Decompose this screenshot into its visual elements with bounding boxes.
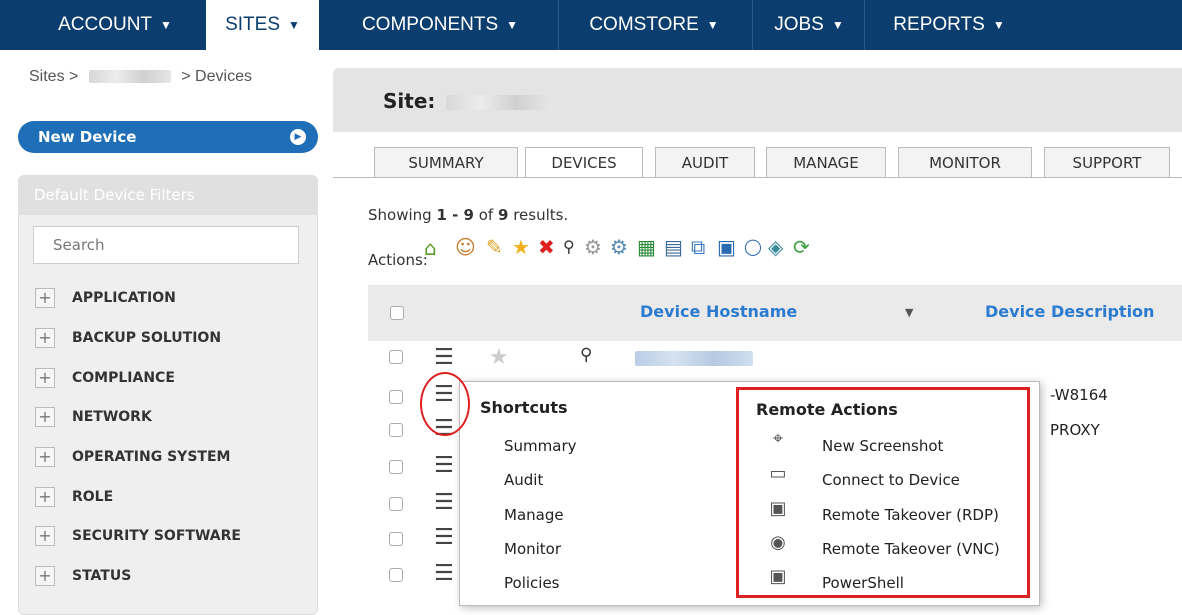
nav-account[interactable]: ACCOUNT ▼ (40, 0, 190, 50)
site-home-icon[interactable]: ⌂ (424, 237, 437, 259)
device-icon: ⚲ (580, 345, 593, 365)
list-menu-icon[interactable]: ☰ (434, 492, 456, 514)
chevron-down-icon: ▼ (831, 18, 844, 32)
tab-monitor[interactable]: MONITOR (898, 147, 1032, 177)
server-icon[interactable]: ▤ (664, 236, 683, 258)
connect-icon[interactable]: ◈ (768, 236, 783, 258)
expand-icon[interactable]: + (35, 526, 55, 546)
pencil-icon[interactable]: ✎ (486, 236, 503, 258)
nav-jobs[interactable]: JOBS ▼ (754, 0, 864, 50)
chevron-down-icon: ▼ (288, 18, 300, 32)
shortcut-policies[interactable]: Policies (504, 574, 559, 592)
results-count: Showing 1 - 9 of 9 results. (368, 206, 569, 224)
breadcrumb: Sites > > Devices (29, 68, 252, 86)
nav-divider (864, 0, 865, 50)
breadcrumb-sites[interactable]: Sites > (29, 68, 78, 85)
highlight-box (736, 387, 1030, 598)
row-checkbox[interactable] (389, 350, 403, 364)
tab-support[interactable]: SUPPORT (1044, 147, 1170, 177)
filter-status[interactable]: + STATUS (35, 564, 131, 588)
select-all-checkbox[interactable] (390, 306, 404, 320)
redacted-site-name[interactable] (88, 70, 171, 84)
nav-divider (752, 0, 753, 50)
chevron-down-icon: ▼ (992, 18, 1005, 32)
message-icon[interactable]: ◯ (744, 236, 762, 258)
star-icon[interactable]: ★ (512, 236, 530, 258)
expand-icon[interactable]: + (35, 566, 55, 586)
filter-application[interactable]: + APPLICATION (35, 286, 176, 310)
row-checkbox[interactable] (389, 423, 403, 437)
shortcut-audit[interactable]: Audit (504, 471, 543, 489)
list-menu-icon[interactable]: ☰ (434, 347, 456, 369)
filter-network[interactable]: + NETWORK (35, 405, 152, 429)
chevron-down-icon: ▼ (706, 18, 719, 32)
nav-reports[interactable]: REPORTS ▼ (866, 0, 1032, 50)
expand-icon[interactable]: + (35, 407, 55, 427)
shortcut-summary[interactable]: Summary (504, 437, 577, 455)
shortcuts-title: Shortcuts (480, 398, 568, 417)
expand-icon[interactable]: + (35, 288, 55, 308)
redacted-hostname[interactable] (635, 351, 753, 366)
network-icon[interactable]: ⧉ (691, 236, 705, 258)
favorite-star-icon[interactable]: ★ (489, 345, 509, 370)
filter-search-input[interactable]: Search (33, 226, 299, 264)
filter-operating-system[interactable]: + OPERATING SYSTEM (35, 445, 230, 469)
delete-icon[interactable]: ✖ (538, 236, 555, 258)
tab-summary[interactable]: SUMMARY (374, 147, 518, 177)
new-device-button[interactable]: New Device ▶ (18, 121, 318, 153)
tab-manage[interactable]: MANAGE (766, 147, 886, 177)
sort-arrow-icon[interactable]: ▼ (905, 306, 913, 319)
tab-audit[interactable]: AUDIT (655, 147, 755, 177)
highlight-circle (420, 372, 470, 436)
breadcrumb-devices: > Devices (181, 68, 252, 85)
excel-icon[interactable]: ▦ (637, 236, 656, 258)
filters-title: Default Device Filters (18, 175, 318, 215)
binoculars-icon[interactable]: ⚲ (563, 236, 575, 258)
row-checkbox[interactable] (389, 460, 403, 474)
nav-sites[interactable]: SITES ▼ (206, 0, 319, 50)
chevron-down-icon: ▼ (506, 18, 519, 32)
expand-icon[interactable]: + (35, 328, 55, 348)
tab-divider (333, 177, 1182, 178)
refresh-icon[interactable]: ⟳ (793, 236, 810, 258)
nav-components[interactable]: COMPONENTS ▼ (334, 0, 546, 50)
row-checkbox[interactable] (389, 568, 403, 582)
row-checkbox[interactable] (389, 532, 403, 546)
page-title: Site: (383, 89, 552, 113)
expand-icon[interactable]: + (35, 447, 55, 467)
filter-security-software[interactable]: + SECURITY SOFTWARE (35, 524, 241, 548)
tab-devices[interactable]: DEVICES (525, 147, 643, 178)
list-menu-icon[interactable]: ☰ (434, 563, 456, 585)
list-menu-icon[interactable]: ☰ (434, 527, 456, 549)
row-checkbox[interactable] (389, 390, 403, 404)
arrow-right-icon: ▶ (290, 129, 306, 145)
filter-backup-solution[interactable]: + BACKUP SOLUTION (35, 326, 221, 350)
list-menu-icon[interactable]: ☰ (434, 455, 456, 477)
nav-divider (558, 0, 559, 50)
filter-role[interactable]: + ROLE (35, 485, 113, 509)
gear-run-icon[interactable]: ⚙ (610, 236, 628, 258)
gear-icon[interactable]: ⚙ (584, 236, 602, 258)
users-icon[interactable]: ☺ (455, 236, 476, 258)
column-header-hostname[interactable]: Device Hostname (640, 302, 797, 321)
expand-icon[interactable]: + (35, 368, 55, 388)
column-header-description[interactable]: Device Description (985, 302, 1154, 321)
shortcut-manage[interactable]: Manage (504, 506, 564, 524)
row-description: PROXY (1050, 421, 1100, 439)
chevron-down-icon: ▼ (160, 18, 172, 32)
filter-compliance[interactable]: + COMPLIANCE (35, 366, 175, 390)
computer-icon[interactable]: ▣ (717, 236, 736, 258)
row-description: -W8164 (1050, 386, 1108, 404)
expand-icon[interactable]: + (35, 487, 55, 507)
redacted-site-name (446, 95, 552, 110)
nav-comstore[interactable]: COMSTORE ▼ (560, 0, 748, 50)
actions-label: Actions: (368, 251, 428, 269)
row-checkbox[interactable] (389, 497, 403, 511)
shortcut-monitor[interactable]: Monitor (504, 540, 561, 558)
